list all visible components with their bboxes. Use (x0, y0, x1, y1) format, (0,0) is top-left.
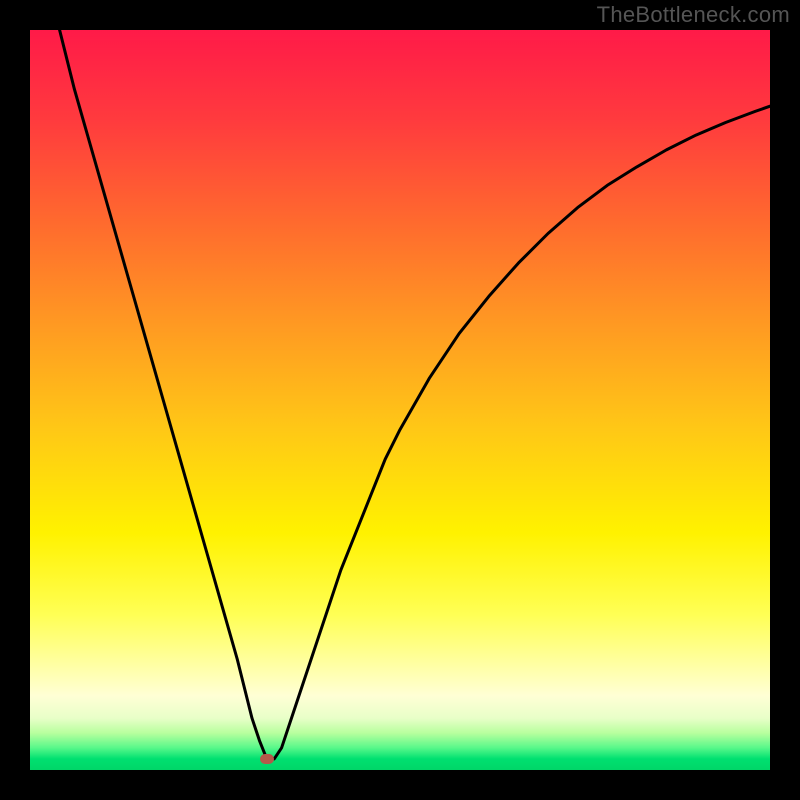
chart-frame: TheBottleneck.com (0, 0, 800, 800)
optimal-point-marker (260, 754, 274, 764)
bottleneck-curve (30, 30, 770, 770)
plot-area (30, 30, 770, 770)
watermark-text: TheBottleneck.com (597, 2, 790, 28)
